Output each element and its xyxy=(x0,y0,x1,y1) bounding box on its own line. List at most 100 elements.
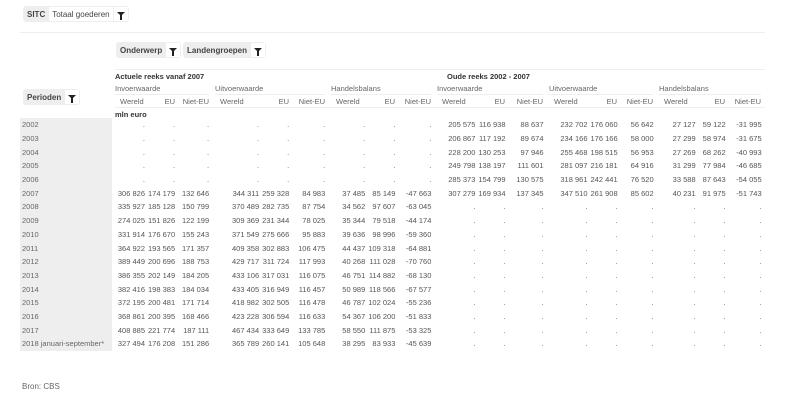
table-row: 2005......... 249 798 138 197 111 601 281 09… xyxy=(20,159,765,173)
value-cell: 91 975 xyxy=(702,188,726,198)
value-cell: . xyxy=(257,175,260,185)
value-cell: 174 179 xyxy=(148,188,176,198)
table-row: 2003......... 206 867 117 192 89 674 234 166… xyxy=(20,131,765,146)
value-cell: . xyxy=(585,339,588,349)
value-cell: 307 279 xyxy=(448,188,476,198)
value-cell: 95 883 xyxy=(302,229,326,239)
value-cell: 198 515 xyxy=(590,147,618,157)
value-cell: 27 127 xyxy=(672,120,696,130)
value-cell: . xyxy=(723,229,726,239)
value-cell: 249 798 xyxy=(448,161,476,171)
value-cell: . xyxy=(393,161,396,171)
value-cell: -54 055 xyxy=(736,175,762,185)
value-cell: . xyxy=(759,257,762,267)
divider xyxy=(659,94,761,95)
value-cell: . xyxy=(759,216,762,226)
value-cell: 242 441 xyxy=(590,175,618,185)
onderwerp-filter[interactable]: Onderwerp xyxy=(116,42,182,58)
value-cell: . xyxy=(651,243,654,253)
divider xyxy=(549,94,653,95)
value-cell: . xyxy=(473,284,476,294)
value-cell: 347 510 xyxy=(560,188,588,198)
table-row: 2009 274 025 151 826 122 199 309 369 231 344 7… xyxy=(20,213,765,228)
value-cell: -44 174 xyxy=(405,216,432,226)
value-cell: -45 639 xyxy=(405,339,432,349)
column-header-wereld: Wereld xyxy=(220,97,244,106)
sitc-filter[interactable]: SITC Totaal goederen xyxy=(23,6,129,22)
value-cell: 216 181 xyxy=(590,161,618,171)
landengroepen-filter[interactable]: Landengroepen xyxy=(183,42,267,58)
value-cell: . xyxy=(503,270,506,280)
value-cell: . xyxy=(473,229,476,239)
value-cell: . xyxy=(585,257,588,267)
value-cell: 171 357 xyxy=(182,243,210,253)
period-label: 2014 xyxy=(20,282,112,296)
table-row: 2008 335 927 185 128 150 799 370 489 282 735 8… xyxy=(20,200,765,214)
value-cell: . xyxy=(473,257,476,267)
value-cell: . xyxy=(651,216,654,226)
value-cell: 59 122 xyxy=(702,120,726,130)
table-row: 2007 306 826 174 179 132 646 344 311 259 328 8… xyxy=(20,186,765,201)
value-cell: . xyxy=(173,175,176,185)
value-cell: 255 468 xyxy=(560,147,588,157)
value-cell: . xyxy=(323,175,326,185)
filter-icon[interactable] xyxy=(166,43,181,57)
value-cell: . xyxy=(473,202,476,212)
value-cell: . xyxy=(759,325,762,335)
value-cell: 228 200 xyxy=(448,147,476,157)
divider xyxy=(115,107,765,108)
period-label: 2012 xyxy=(20,254,112,269)
value-cell: . xyxy=(723,339,726,349)
value-cell: . xyxy=(503,216,506,226)
value-cell: . xyxy=(693,325,696,335)
value-cell: . xyxy=(541,298,544,308)
value-cell: . xyxy=(393,120,396,130)
value-cell: . xyxy=(473,270,476,280)
value-cell: 58 974 xyxy=(702,134,726,144)
column-header-wereld: Wereld xyxy=(120,97,144,106)
value-cell: . xyxy=(393,147,396,157)
value-cell: . xyxy=(173,120,176,130)
value-cell: -46 685 xyxy=(736,161,762,171)
value-cell: . xyxy=(585,229,588,239)
value-cell: . xyxy=(693,202,696,212)
value-cell: 335 927 xyxy=(117,202,145,212)
value-cell: . xyxy=(723,243,726,253)
value-cell: . xyxy=(257,147,260,157)
filter-icon[interactable] xyxy=(113,7,128,21)
value-cell: . xyxy=(473,298,476,308)
value-cell: 40 268 xyxy=(342,257,366,267)
value-cell: . xyxy=(615,202,618,212)
value-cell: 109 318 xyxy=(368,243,396,253)
value-cell: 151 286 xyxy=(182,339,210,349)
value-cell: 176 166 xyxy=(590,134,618,144)
value-cell: 409 358 xyxy=(232,243,260,253)
value-cell: -47 663 xyxy=(405,188,432,198)
value-cell: 116 075 xyxy=(298,270,326,280)
value-cell: . xyxy=(541,284,544,294)
period-label: 2003 xyxy=(20,131,112,146)
table-row: 2004......... 228 200 130 253 97 946 255 468… xyxy=(20,145,765,160)
value-cell: 105 648 xyxy=(298,339,326,349)
value-cell: . xyxy=(615,243,618,253)
value-cell: 176 060 xyxy=(590,120,618,130)
filter-icon[interactable] xyxy=(65,90,80,104)
value-cell: . xyxy=(723,202,726,212)
value-cell: . xyxy=(323,147,326,157)
value-cell: . xyxy=(723,311,726,321)
value-cell: 408 885 xyxy=(117,325,145,335)
value-cell: -64 881 xyxy=(405,243,432,253)
value-cell: 34 562 xyxy=(342,202,366,212)
value-cell: 370 489 xyxy=(232,202,260,212)
value-cell: . xyxy=(429,161,432,171)
value-cell: 46 751 xyxy=(342,270,366,280)
filter-icon[interactable] xyxy=(251,43,266,57)
value-cell: . xyxy=(723,298,726,308)
value-cell: . xyxy=(323,134,326,144)
value-cell: . xyxy=(759,202,762,212)
period-label: 2006 xyxy=(20,172,112,187)
value-cell: 318 961 xyxy=(560,175,588,185)
value-cell: 185 128 xyxy=(148,202,176,212)
perioden-filter[interactable]: Perioden xyxy=(23,89,81,105)
value-cell: 58 550 xyxy=(342,325,366,335)
